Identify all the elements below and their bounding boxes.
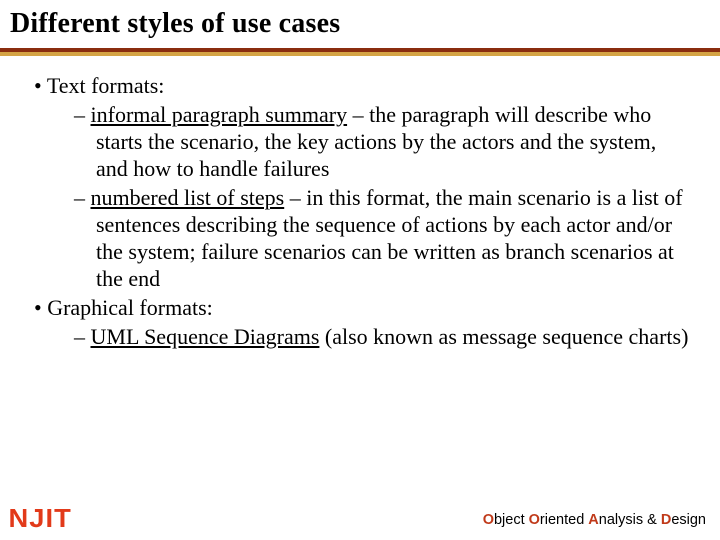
bullet-text-formats: Text formats: [34,72,690,99]
subbullet-numbered: numbered list of steps – in this format,… [34,184,690,292]
footer-tagline: Object Oriented Analysis & Design [483,512,706,528]
slide: Different styles of use cases Text forma… [0,0,720,540]
informal-underline: informal paragraph summary [91,102,348,127]
subbullet-informal: informal paragraph summary – the paragra… [34,101,690,182]
footer-design: esign [671,512,706,528]
footer-O1: O [483,512,494,528]
numbered-underline: numbered list of steps [91,185,285,210]
footer-A: A [588,512,598,528]
footer-object: bject [494,512,529,528]
njit-logo-text: NJIT [8,503,71,534]
subbullet-uml: UML Sequence Diagrams (also known as mes… [34,323,690,350]
njit-logo: NJIT [8,503,71,534]
footer-D: D [661,512,671,528]
slide-body: Text formats: informal paragraph summary… [34,72,690,352]
uml-rest: (also known as message sequence charts) [319,324,688,349]
footer-O2: O [529,512,540,528]
uml-underline: UML Sequence Diagrams [91,324,320,349]
footer-analysis: nalysis & [599,512,661,528]
bullet-graphical: Graphical formats: [34,294,690,321]
graphical-label: Graphical formats: [47,295,213,320]
slide-title: Different styles of use cases [10,8,340,40]
text-formats-label: Text formats: [47,73,165,98]
footer-oriented: riented [540,512,588,528]
rule-gold [0,52,720,56]
